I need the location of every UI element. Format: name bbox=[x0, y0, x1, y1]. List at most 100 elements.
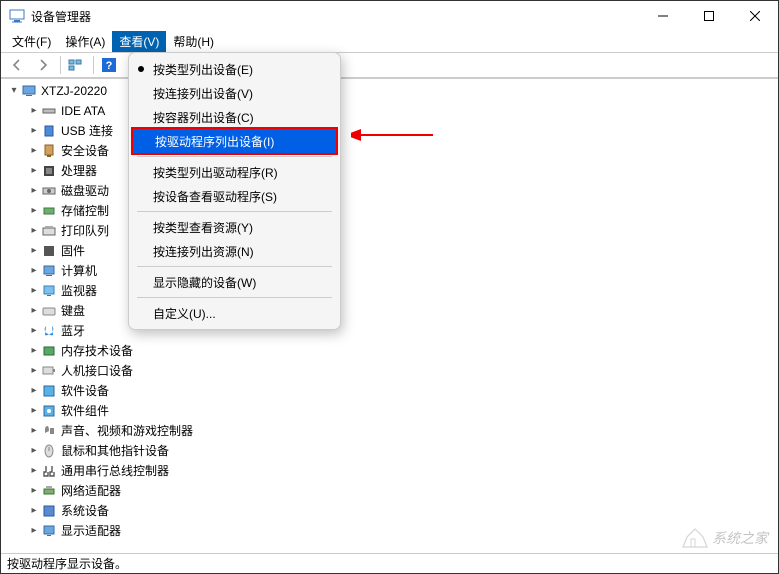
tree-item[interactable]: ▸网络适配器 bbox=[1, 481, 778, 501]
tree-root-label: XTZJ-20220 bbox=[41, 81, 107, 101]
tree-item[interactable]: ▸监视器 bbox=[1, 281, 778, 301]
tree-item[interactable]: ▸通用串行总线控制器 bbox=[1, 461, 778, 481]
tree-item[interactable]: ▸软件设备 bbox=[1, 381, 778, 401]
menu-item[interactable]: 按类型列出驱动程序(R) bbox=[129, 160, 340, 184]
tree-item[interactable]: ▸计算机 bbox=[1, 261, 778, 281]
tree-item-label: 处理器 bbox=[61, 161, 97, 181]
tree-item[interactable]: ▸处理器 bbox=[1, 161, 778, 181]
menu-item-label: 按连接列出资源(N) bbox=[153, 243, 254, 260]
device-category-icon bbox=[41, 403, 57, 419]
device-category-icon bbox=[41, 123, 57, 139]
window-title: 设备管理器 bbox=[31, 8, 91, 25]
menu-item[interactable]: 按驱动程序列出设备(I) bbox=[131, 127, 338, 155]
tree-item-label: 磁盘驱动 bbox=[61, 181, 109, 201]
menu-item-label: 按连接列出设备(V) bbox=[153, 85, 253, 102]
selected-bullet-icon bbox=[138, 66, 144, 72]
menu-item-label: 按类型查看资源(Y) bbox=[153, 219, 253, 236]
device-tree-pane: ▾XTZJ-20220▸IDE ATA▸USB 连接▸安全设备▸处理器▸磁盘驱动… bbox=[1, 78, 778, 553]
forward-button[interactable] bbox=[31, 54, 55, 76]
tree-item[interactable]: ▸软件组件 bbox=[1, 401, 778, 421]
menu-item-label: 显示隐藏的设备(W) bbox=[153, 274, 256, 291]
computer-icon bbox=[21, 83, 37, 99]
device-category-icon bbox=[41, 343, 57, 359]
menu-item-label: 按容器列出设备(C) bbox=[153, 109, 254, 126]
menu-item-label: 按驱动程序列出设备(I) bbox=[155, 133, 274, 150]
device-category-icon bbox=[41, 243, 57, 259]
menu-item[interactable]: 自定义(U)... bbox=[129, 301, 340, 325]
device-category-icon bbox=[41, 103, 57, 119]
minimize-button[interactable] bbox=[640, 1, 686, 31]
device-category-icon bbox=[41, 523, 57, 539]
tree-item-label: 显示适配器 bbox=[61, 521, 121, 541]
tree-item-label: 声音、视频和游戏控制器 bbox=[61, 421, 193, 441]
tree-item[interactable]: ▸内存技术设备 bbox=[1, 341, 778, 361]
device-category-icon bbox=[41, 503, 57, 519]
app-icon bbox=[9, 8, 25, 24]
tree-item[interactable]: ▸鼠标和其他指针设备 bbox=[1, 441, 778, 461]
tree-item-label: 计算机 bbox=[61, 261, 97, 281]
menu-item[interactable]: 按连接列出资源(N) bbox=[129, 239, 340, 263]
back-button[interactable] bbox=[5, 54, 29, 76]
device-category-icon bbox=[41, 163, 57, 179]
menu-item-label: 按设备查看驱动程序(S) bbox=[153, 188, 277, 205]
tree-item[interactable]: ▸安全设备 bbox=[1, 141, 778, 161]
tree-item-label: 蓝牙 bbox=[61, 321, 85, 341]
tree-item[interactable]: ▸显示适配器 bbox=[1, 521, 778, 541]
device-category-icon bbox=[41, 423, 57, 439]
tree-item-label: 打印队列 bbox=[61, 221, 109, 241]
toolbar-tree-icon[interactable] bbox=[64, 54, 88, 76]
tree-item[interactable]: ▸固件 bbox=[1, 241, 778, 261]
menu-bar: 文件(F) 操作(A) 查看(V) 帮助(H) bbox=[1, 31, 778, 52]
menu-help[interactable]: 帮助(H) bbox=[166, 31, 221, 52]
menu-file[interactable]: 文件(F) bbox=[5, 31, 58, 52]
tree-item-label: 内存技术设备 bbox=[61, 341, 133, 361]
view-dropdown-menu: 按类型列出设备(E) 按连接列出设备(V) 按容器列出设备(C) 按驱动程序列出设备(… bbox=[128, 52, 341, 330]
device-category-icon bbox=[41, 223, 57, 239]
menu-item[interactable]: 显示隐藏的设备(W) bbox=[129, 270, 340, 294]
tree-root[interactable]: ▾XTZJ-20220 bbox=[1, 81, 778, 101]
tree-item-label: 存储控制 bbox=[61, 201, 109, 221]
tree-item-label: 软件组件 bbox=[61, 401, 109, 421]
menu-separator bbox=[137, 266, 332, 267]
tree-item-label: 软件设备 bbox=[61, 381, 109, 401]
device-category-icon bbox=[41, 383, 57, 399]
menu-item-label: 按类型列出设备(E) bbox=[153, 61, 253, 78]
help-button[interactable]: ? bbox=[97, 54, 121, 76]
menu-item[interactable]: 按类型查看资源(Y) bbox=[129, 215, 340, 239]
tree-item-label: 键盘 bbox=[61, 301, 85, 321]
tree-item[interactable]: ▸声音、视频和游戏控制器 bbox=[1, 421, 778, 441]
tree-item[interactable]: ▸USB 连接 bbox=[1, 121, 778, 141]
menu-item[interactable]: 按连接列出设备(V) bbox=[129, 81, 340, 105]
tree-item-label: 鼠标和其他指针设备 bbox=[61, 441, 169, 461]
menu-item[interactable]: 按设备查看驱动程序(S) bbox=[129, 184, 340, 208]
menu-item-label: 按类型列出驱动程序(R) bbox=[153, 164, 278, 181]
menu-action[interactable]: 操作(A) bbox=[58, 31, 112, 52]
menu-item[interactable]: 按容器列出设备(C) bbox=[129, 105, 340, 129]
tree-item[interactable]: ▸存储控制 bbox=[1, 201, 778, 221]
close-button[interactable] bbox=[732, 1, 778, 31]
tree-item[interactable]: ▸蓝牙 bbox=[1, 321, 778, 341]
tree-item[interactable]: ▸打印队列 bbox=[1, 221, 778, 241]
tree-item[interactable]: ▸键盘 bbox=[1, 301, 778, 321]
device-category-icon bbox=[41, 303, 57, 319]
tree-item[interactable]: ▸系统设备 bbox=[1, 501, 778, 521]
menu-item[interactable]: 按类型列出设备(E) bbox=[129, 57, 340, 81]
device-category-icon bbox=[41, 443, 57, 459]
tree-item[interactable]: ▸IDE ATA bbox=[1, 101, 778, 121]
tree-item-label: 通用串行总线控制器 bbox=[61, 461, 169, 481]
status-bar: 按驱动程序显示设备。 bbox=[1, 553, 778, 573]
title-bar: 设备管理器 bbox=[1, 1, 778, 31]
tree-item[interactable]: ▸人机接口设备 bbox=[1, 361, 778, 381]
status-text: 按驱动程序显示设备。 bbox=[7, 555, 127, 572]
device-category-icon bbox=[41, 283, 57, 299]
menu-view[interactable]: 查看(V) bbox=[112, 31, 166, 52]
device-category-icon bbox=[41, 323, 57, 339]
maximize-button[interactable] bbox=[686, 1, 732, 31]
tree-item-label: 固件 bbox=[61, 241, 85, 261]
menu-separator bbox=[137, 211, 332, 212]
tree-item[interactable]: ▸磁盘驱动 bbox=[1, 181, 778, 201]
tree-item-label: 人机接口设备 bbox=[61, 361, 133, 381]
device-category-icon bbox=[41, 463, 57, 479]
tree-item-label: 网络适配器 bbox=[61, 481, 121, 501]
tree-item-label: IDE ATA bbox=[61, 101, 105, 121]
